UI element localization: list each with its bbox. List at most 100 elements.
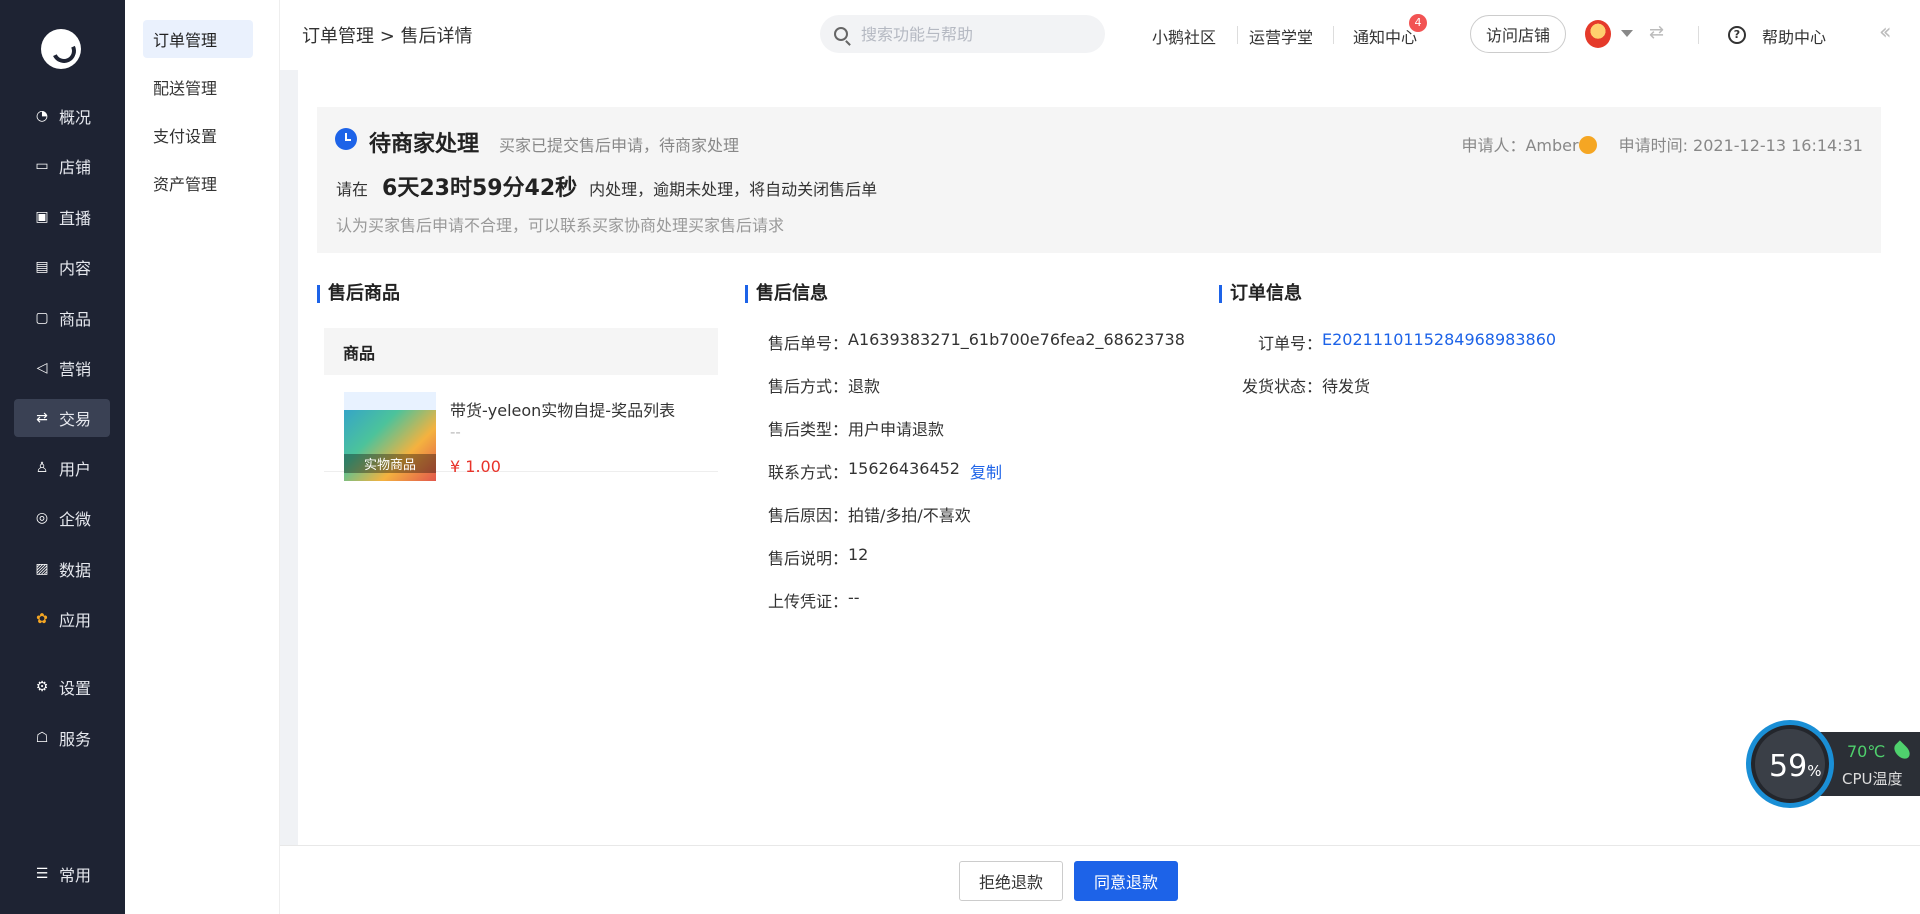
cpu-percent-value: 59 — [1769, 749, 1808, 784]
lion-emoji-icon — [1578, 136, 1597, 154]
service-icon: ☖ — [35, 730, 49, 746]
goods-spec: -- — [450, 423, 461, 441]
visit-store-button[interactable]: 访问店铺 — [1470, 15, 1566, 53]
field-aftersale-no: 售后单号： A1639383271_61b700e76fea2_68623738 — [754, 330, 1185, 354]
subnav-item-delivery[interactable]: 配送管理 — [143, 68, 253, 106]
nav-label: 内容 — [59, 259, 92, 278]
chart-pie-icon: ◔ — [35, 108, 49, 124]
goods-thumbnail[interactable]: 实物商品 — [344, 392, 436, 481]
subnav-item-payment[interactable]: 支付设置 — [143, 116, 253, 154]
nav-label: 设置 — [59, 679, 92, 698]
applicant-text: 申请人：Amber — [1461, 136, 1579, 155]
nav-item-wecom[interactable]: ◎ 企微 — [14, 499, 110, 537]
nav-label: 数据 — [59, 561, 92, 580]
field-aftersale-type: 售后类型： 用户申请退款 — [754, 416, 944, 440]
divider — [1237, 26, 1238, 44]
nav-item-data[interactable]: ▨ 数据 — [14, 550, 110, 588]
status-desc: 买家已提交售后申请，待商家处理 — [499, 136, 740, 155]
section-title-aftersale: 售后信息 — [745, 285, 828, 303]
collapse-icon[interactable]: ‹‹ — [1879, 20, 1891, 45]
cpu-percent-unit: % — [1807, 762, 1822, 780]
nav-label: 交易 — [59, 410, 92, 429]
field-label: 联系方式： — [767, 463, 848, 482]
goods-table-header: 商品 — [324, 328, 718, 375]
avatar[interactable] — [1585, 20, 1611, 48]
nav-item-common[interactable]: ☰ 常用 — [14, 855, 110, 893]
field-label: 售后方式： — [767, 377, 848, 396]
field-contact: 联系方式： 15626436452 复制 — [754, 459, 1002, 483]
nav-item-store[interactable]: ▭ 店铺 — [14, 147, 110, 185]
order-number-link[interactable]: E20211101152849689838​60 — [1322, 330, 1556, 354]
store-icon: ▭ — [35, 158, 49, 174]
search-input[interactable] — [861, 24, 1081, 44]
section-title-order: 订单信息 — [1219, 285, 1302, 303]
divider — [1698, 26, 1699, 44]
goods-row: 实物商品 带货-yeleon实物自提-奖品列表 -- ¥ 1.00 — [324, 375, 718, 481]
link-help-center[interactable]: 帮助中心 — [1762, 24, 1826, 48]
user-icon: ♙ — [35, 460, 49, 476]
nav-label: 应用 — [59, 611, 92, 630]
subnav-item-orders[interactable]: 订单管理 — [143, 20, 253, 58]
cpu-widget[interactable]: 59% 70℃ CPU温度 — [1746, 720, 1920, 808]
status-title: 待商家处理 — [369, 132, 480, 157]
sub-nav: 订单管理 配送管理 支付设置 资产管理 — [125, 0, 280, 914]
nav-label: 直播 — [59, 209, 92, 228]
field-label: 上传凭证： — [767, 592, 848, 611]
field-label: 订单号： — [1257, 334, 1322, 353]
search-icon — [834, 27, 848, 41]
countdown-prefix: 请在 — [336, 180, 369, 199]
nav-item-service[interactable]: ☖ 服务 — [14, 719, 110, 757]
subnav-item-assets[interactable]: 资产管理 — [143, 164, 253, 202]
status-meta: 申请人：Amber 申请时间: 2021-12-13 16:14:31 — [1461, 132, 1863, 156]
agree-refund-button[interactable]: 同意退款 — [1074, 861, 1178, 901]
copy-link[interactable]: 复制 — [970, 459, 1002, 483]
wecom-icon: ◎ — [35, 510, 49, 526]
nav-label: 概况 — [59, 108, 92, 127]
countdown-timer: 6天23时59分42秒 — [382, 176, 578, 201]
goods-name[interactable]: 带货-yeleon实物自提-奖品列表 — [450, 397, 675, 421]
nav-item-goods[interactable]: ▢ 商品 — [14, 299, 110, 337]
notification-badge: 4 — [1409, 14, 1427, 32]
breadcrumb[interactable]: 订单管理 > 售后详情 — [302, 22, 473, 48]
nav-item-marketing[interactable]: ◁ 营销 — [14, 349, 110, 387]
field-evidence: 上传凭证： -- — [754, 588, 860, 612]
field-value: 15626436452 — [848, 459, 960, 478]
link-community[interactable]: 小鹅社区 — [1152, 24, 1216, 48]
nav-item-overview[interactable]: ◔ 概况 — [14, 97, 110, 135]
nav-label: 服务 — [59, 730, 92, 749]
field-label: 售后原因： — [767, 506, 848, 525]
nav-item-settings[interactable]: ⚙ 设置 — [14, 668, 110, 706]
help-icon[interactable]: ? — [1728, 26, 1746, 44]
logo[interactable] — [41, 29, 81, 69]
applicant: 申请人：Amber — [1461, 132, 1597, 156]
nav-item-apps[interactable]: ✿ 应用 — [14, 600, 110, 638]
field-value: 用户申请退款 — [848, 420, 945, 439]
nav-item-user[interactable]: ♙ 用户 — [14, 449, 110, 487]
main-nav: ◔ 概况 ▭ 店铺 ▣ 直播 ▤ 内容 ▢ 商品 ◁ 营销 ⇄ 交易 ♙ 用户 ◎ 企微 ▨ 数据 … — [0, 0, 125, 914]
nav-item-trade[interactable]: ⇄ 交易 — [14, 399, 110, 437]
reject-refund-button[interactable]: 拒绝退款 — [959, 861, 1063, 901]
nav-item-content[interactable]: ▤ 内容 — [14, 248, 110, 286]
search-box[interactable] — [820, 15, 1105, 53]
list-icon: ☰ — [35, 866, 49, 882]
link-notifications[interactable]: 通知中心 — [1353, 24, 1417, 48]
chevron-down-icon[interactable] — [1621, 30, 1633, 37]
live-icon: ▣ — [35, 209, 49, 225]
apply-time: 申请时间: 2021-12-13 16:14:31 — [1618, 136, 1863, 155]
nav-label: 商品 — [59, 310, 92, 329]
nav-label: 用户 — [59, 460, 92, 479]
field-label: 发货状态： — [1241, 377, 1322, 396]
exchange-icon: ⇄ — [36, 410, 48, 426]
link-academy[interactable]: 运营学堂 — [1249, 24, 1313, 48]
field-label: 售后类型： — [767, 420, 848, 439]
switch-icon[interactable]: ⇄ — [1649, 22, 1664, 43]
action-footer: 拒绝退款 同意退款 — [280, 845, 1920, 914]
field-value: 拍错/多拍/不喜欢 — [848, 506, 971, 525]
nav-item-live[interactable]: ▣ 直播 — [14, 198, 110, 236]
cpu-temp: 70℃ — [1847, 742, 1886, 761]
divider — [1333, 26, 1334, 44]
apps-icon: ✿ — [36, 611, 48, 627]
field-value: -- — [848, 588, 860, 607]
field-label: 售后说明： — [767, 549, 848, 568]
field-value: 待发货 — [1322, 377, 1371, 396]
